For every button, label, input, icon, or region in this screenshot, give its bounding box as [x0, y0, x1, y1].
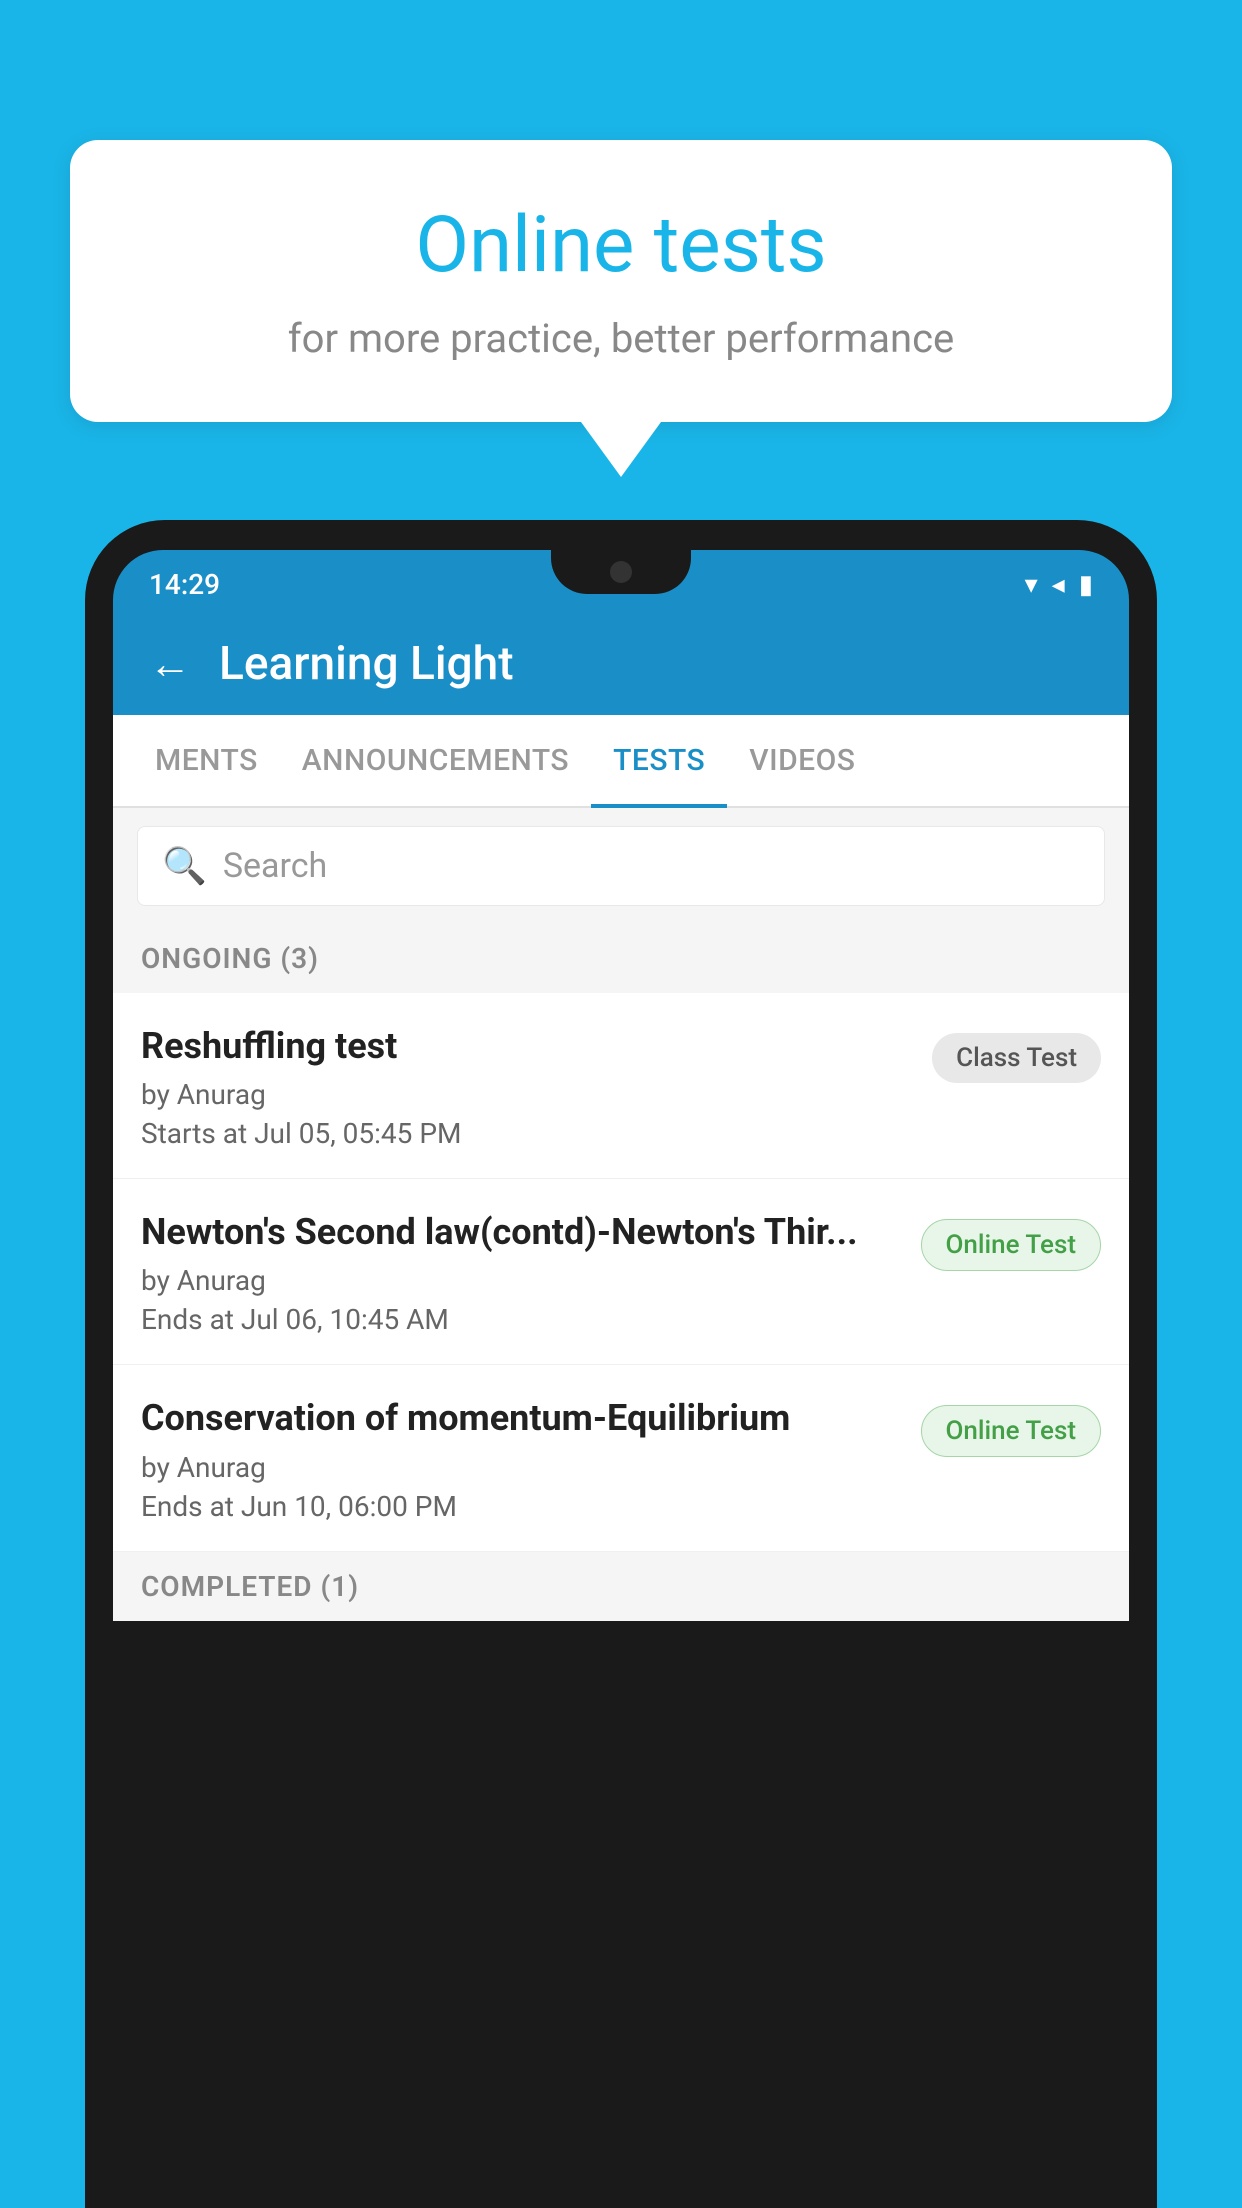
test-badge-2: Online Test: [921, 1219, 1102, 1271]
speech-bubble: Online tests for more practice, better p…: [70, 140, 1172, 422]
status-icons: ▾ ◂ ▮: [1025, 570, 1093, 600]
completed-section-header: COMPLETED (1): [113, 1552, 1129, 1621]
search-container: 🔍 Search: [113, 808, 1129, 924]
completed-label: COMPLETED (1): [141, 1570, 359, 1603]
test-item-2[interactable]: Newton's Second law(contd)-Newton's Thir…: [113, 1179, 1129, 1365]
test-item-3[interactable]: Conservation of momentum-Equilibrium by …: [113, 1365, 1129, 1551]
tabs-bar: MENTS ANNOUNCEMENTS TESTS VIDEOS: [113, 715, 1129, 808]
tab-tests[interactable]: TESTS: [591, 715, 727, 806]
ongoing-label: ONGOING (3): [141, 942, 319, 975]
speech-bubble-title: Online tests: [140, 200, 1102, 291]
test-name-1: Reshuffling test: [141, 1025, 912, 1068]
test-item-1[interactable]: Reshuffling test by Anurag Starts at Jul…: [113, 993, 1129, 1179]
test-badge-1: Class Test: [932, 1033, 1101, 1083]
phone-container: 14:29 ▾ ◂ ▮ ← Learning Light MENTS ANNOU…: [85, 520, 1157, 2208]
notch: [551, 550, 691, 594]
test-name-2: Newton's Second law(contd)-Newton's Thir…: [141, 1211, 901, 1254]
tab-ments[interactable]: MENTS: [133, 715, 280, 806]
speech-bubble-arrow: [581, 422, 661, 477]
test-time-2: Ends at Jul 06, 10:45 AM: [141, 1303, 901, 1336]
app-header: ← Learning Light: [113, 613, 1129, 715]
speech-bubble-container: Online tests for more practice, better p…: [70, 140, 1172, 477]
test-time-1: Starts at Jul 05, 05:45 PM: [141, 1117, 912, 1150]
test-name-3: Conservation of momentum-Equilibrium: [141, 1397, 901, 1440]
test-by-1: by Anurag: [141, 1078, 912, 1111]
wifi-icon: ▾: [1025, 570, 1038, 600]
app-title: Learning Light: [219, 637, 514, 691]
test-by-2: by Anurag: [141, 1264, 901, 1297]
tab-announcements[interactable]: ANNOUNCEMENTS: [280, 715, 591, 806]
tab-videos[interactable]: VIDEOS: [727, 715, 877, 806]
test-info-3: Conservation of momentum-Equilibrium by …: [141, 1397, 921, 1522]
battery-icon: ▮: [1079, 570, 1093, 600]
speech-bubble-subtitle: for more practice, better performance: [140, 315, 1102, 362]
search-icon: 🔍: [162, 845, 207, 887]
test-info-1: Reshuffling test by Anurag Starts at Jul…: [141, 1025, 932, 1150]
search-placeholder: Search: [223, 846, 327, 886]
status-bar: 14:29 ▾ ◂ ▮: [113, 550, 1129, 613]
test-badge-3: Online Test: [921, 1405, 1102, 1457]
status-time: 14:29: [149, 568, 220, 601]
search-input-wrapper[interactable]: 🔍 Search: [137, 826, 1105, 906]
phone-frame: 14:29 ▾ ◂ ▮ ← Learning Light MENTS ANNOU…: [85, 520, 1157, 2208]
back-button[interactable]: ←: [149, 640, 191, 689]
test-by-3: by Anurag: [141, 1451, 901, 1484]
signal-icon: ◂: [1052, 570, 1065, 600]
camera-icon: [610, 561, 632, 583]
phone-screen: ← Learning Light MENTS ANNOUNCEMENTS TES…: [113, 613, 1129, 1621]
ongoing-section-header: ONGOING (3): [113, 924, 1129, 993]
test-time-3: Ends at Jun 10, 06:00 PM: [141, 1490, 901, 1523]
test-info-2: Newton's Second law(contd)-Newton's Thir…: [141, 1211, 921, 1336]
